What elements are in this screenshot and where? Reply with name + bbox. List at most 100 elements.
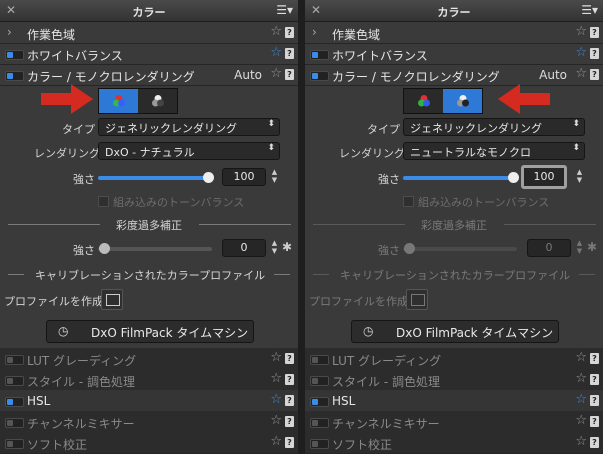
chevron-right-icon[interactable]: ›	[7, 25, 12, 39]
hsl-row[interactable]: HSL ☆ ?	[0, 390, 298, 412]
lut-toggle[interactable]	[5, 355, 24, 365]
rendering-select[interactable]: DxO - ナチュラル ⬍	[98, 142, 280, 160]
white-balance-row[interactable]: ホワイトバランス ☆ ?	[305, 43, 603, 65]
strength-slider[interactable]	[98, 176, 212, 180]
channel-mixer-toggle[interactable]	[310, 418, 329, 428]
white-balance-toggle[interactable]	[5, 50, 24, 60]
channel-mixer-row[interactable]: チャンネルミキサー ☆ ?	[305, 411, 603, 433]
monochrome-mode-button[interactable]	[443, 89, 482, 113]
style-row[interactable]: スタイル - 調色処理 ☆ ?	[305, 369, 603, 391]
magic-wand-icon[interactable]: ✱	[282, 240, 292, 254]
strength-stepper[interactable]: ▲ ▼	[270, 168, 279, 185]
star-icon[interactable]: ☆	[575, 66, 587, 81]
help-icon[interactable]: ?	[590, 374, 599, 385]
color-render-toggle[interactable]	[5, 71, 24, 81]
sat-strength-slider-knob[interactable]	[404, 243, 415, 254]
color-render-row[interactable]: カラー / モノクロレンダリング Auto ☆ ?	[305, 64, 603, 86]
star-icon[interactable]: ☆	[270, 434, 282, 449]
help-icon[interactable]: ?	[285, 437, 294, 448]
workspace-row[interactable]: › 作業色域 ☆ ?	[0, 22, 298, 44]
star-icon[interactable]: ☆	[270, 24, 282, 39]
hsl-row[interactable]: HSL ☆ ?	[305, 390, 603, 412]
soft-proof-toggle[interactable]	[310, 439, 329, 449]
star-icon[interactable]: ☆	[270, 350, 282, 365]
chevron-right-icon[interactable]: ›	[312, 25, 317, 39]
type-select[interactable]: ジェネリックレンダリング ⬍	[98, 118, 280, 136]
sat-strength-stepper[interactable]: ▲ ▼	[270, 239, 279, 256]
sat-strength-slider[interactable]	[98, 247, 212, 251]
tone-balance-checkbox[interactable]	[98, 196, 109, 207]
style-row[interactable]: スタイル - 調色処理 ☆ ?	[0, 369, 298, 391]
strength-slider[interactable]	[403, 176, 517, 180]
sat-strength-slider-knob[interactable]	[99, 243, 110, 254]
help-icon[interactable]: ?	[285, 395, 294, 406]
magic-wand-icon[interactable]: ✱	[587, 240, 597, 254]
filmpack-time-machine-button[interactable]: ◷ DxO FilmPack タイムマシン	[351, 320, 559, 343]
star-icon[interactable]: ☆	[270, 66, 282, 81]
star-icon[interactable]: ☆	[270, 371, 282, 386]
color-render-row[interactable]: カラー / モノクロレンダリング Auto ☆ ?	[0, 64, 298, 86]
filmpack-time-machine-button[interactable]: ◷ DxO FilmPack タイムマシン	[46, 320, 254, 343]
soft-proof-toggle[interactable]	[5, 439, 24, 449]
strength-slider-knob[interactable]	[203, 172, 214, 183]
lut-row[interactable]: LUT グレーディング ☆ ?	[0, 348, 298, 370]
help-icon[interactable]: ?	[590, 27, 599, 38]
star-icon[interactable]: ☆	[270, 45, 282, 60]
sat-strength-slider[interactable]	[403, 247, 517, 251]
help-icon[interactable]: ?	[285, 374, 294, 385]
help-icon[interactable]: ?	[590, 48, 599, 59]
create-profile-button[interactable]	[101, 289, 123, 310]
help-icon[interactable]: ?	[285, 27, 294, 38]
strength-value-field[interactable]: 100	[222, 168, 266, 186]
tone-balance-checkbox[interactable]	[403, 196, 414, 207]
auto-button[interactable]: Auto	[539, 68, 567, 82]
color-render-toggle[interactable]	[310, 71, 329, 81]
create-profile-button[interactable]	[406, 289, 428, 310]
soft-proof-row[interactable]: ソフト校正 ☆ ?	[305, 432, 603, 454]
help-icon[interactable]: ?	[285, 69, 294, 80]
style-toggle[interactable]	[5, 376, 24, 386]
color-mode-button[interactable]	[404, 89, 443, 113]
rendering-select[interactable]: ニュートラルなモノクロ ⬍	[403, 142, 585, 160]
help-icon[interactable]: ?	[285, 353, 294, 364]
sat-strength-stepper[interactable]: ▲ ▼	[575, 239, 584, 256]
menu-icon[interactable]: ☰▾	[581, 3, 598, 17]
star-icon[interactable]: ☆	[270, 413, 282, 428]
lut-row[interactable]: LUT グレーディング ☆ ?	[305, 348, 603, 370]
channel-mixer-row[interactable]: チャンネルミキサー ☆ ?	[0, 411, 298, 433]
strength-slider-knob[interactable]	[508, 172, 519, 183]
star-icon[interactable]: ☆	[575, 24, 587, 39]
strength-stepper[interactable]: ▲ ▼	[575, 168, 584, 185]
help-icon[interactable]: ?	[590, 395, 599, 406]
workspace-row[interactable]: › 作業色域 ☆ ?	[305, 22, 603, 44]
help-icon[interactable]: ?	[590, 353, 599, 364]
color-mode-button[interactable]	[99, 89, 138, 113]
star-icon[interactable]: ☆	[575, 392, 587, 407]
star-icon[interactable]: ☆	[575, 371, 587, 386]
star-icon[interactable]: ☆	[575, 350, 587, 365]
type-select[interactable]: ジェネリックレンダリング ⬍	[403, 118, 585, 136]
sat-strength-value-field[interactable]: 0	[222, 239, 266, 257]
help-icon[interactable]: ?	[285, 416, 294, 427]
star-icon[interactable]: ☆	[575, 434, 587, 449]
hsl-toggle[interactable]	[5, 397, 24, 407]
help-icon[interactable]: ?	[285, 48, 294, 59]
help-icon[interactable]: ?	[590, 416, 599, 427]
soft-proof-row[interactable]: ソフト校正 ☆ ?	[0, 432, 298, 454]
help-icon[interactable]: ?	[590, 437, 599, 448]
star-icon[interactable]: ☆	[575, 413, 587, 428]
menu-icon[interactable]: ☰▾	[276, 3, 293, 17]
channel-mixer-toggle[interactable]	[5, 418, 24, 428]
hsl-toggle[interactable]	[310, 397, 329, 407]
monochrome-mode-button[interactable]	[138, 89, 177, 113]
lut-toggle[interactable]	[310, 355, 329, 365]
star-icon[interactable]: ☆	[270, 392, 282, 407]
star-icon[interactable]: ☆	[575, 45, 587, 60]
white-balance-toggle[interactable]	[310, 50, 329, 60]
strength-value-field[interactable]: 100	[521, 165, 567, 189]
sat-strength-value-field[interactable]: 0	[527, 239, 571, 257]
white-balance-row[interactable]: ホワイトバランス ☆ ?	[0, 43, 298, 65]
style-toggle[interactable]	[310, 376, 329, 386]
help-icon[interactable]: ?	[590, 69, 599, 80]
auto-button[interactable]: Auto	[234, 68, 262, 82]
